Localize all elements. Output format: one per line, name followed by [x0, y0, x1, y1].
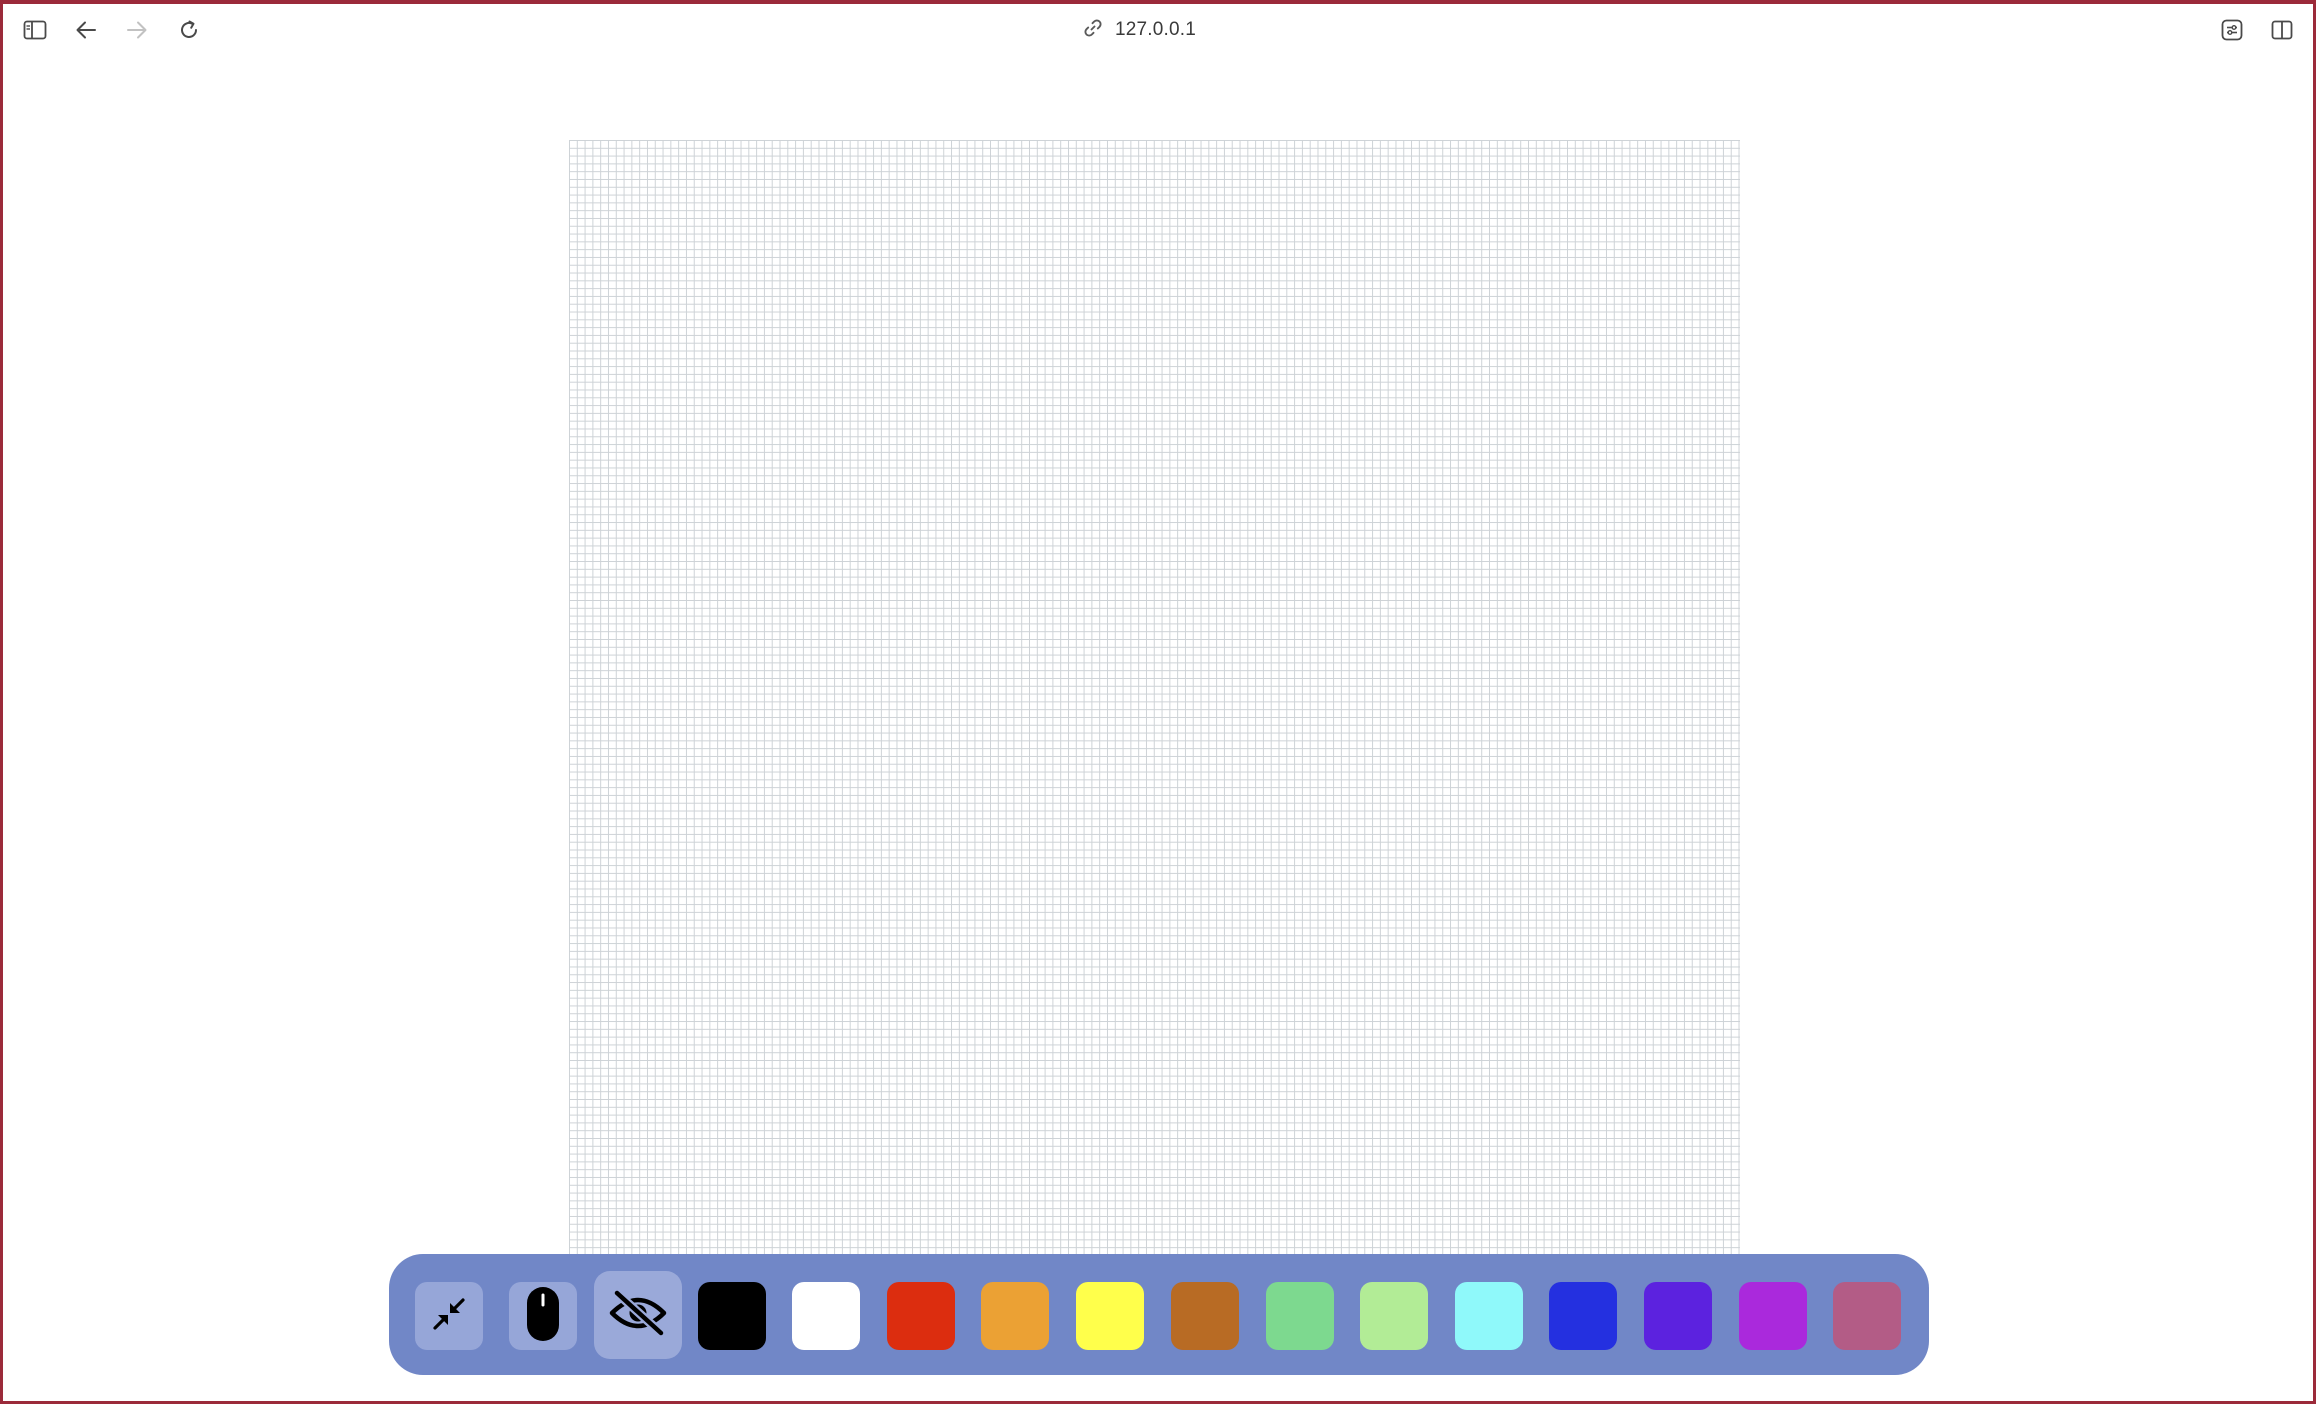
eye-slash-icon — [609, 1288, 667, 1342]
link-icon — [1083, 18, 1103, 43]
color-swatch-yellow[interactable] — [1076, 1282, 1144, 1350]
color-swatch-black[interactable] — [698, 1282, 766, 1350]
browser-window: 127.0.0.1 — [0, 0, 2316, 1404]
sidebar-toggle-icon[interactable] — [19, 14, 51, 46]
color-swatch-orange[interactable] — [981, 1282, 1049, 1350]
mouse-icon — [525, 1285, 561, 1348]
color-swatch-green[interactable] — [1266, 1282, 1334, 1350]
hide-toggle-button[interactable] — [594, 1271, 682, 1359]
extensions-icon[interactable] — [2216, 14, 2248, 46]
split-view-icon[interactable] — [2266, 14, 2298, 46]
pixel-grid-canvas[interactable] — [569, 140, 1740, 1260]
color-swatch-blue[interactable] — [1549, 1282, 1617, 1350]
color-swatch-mauve[interactable] — [1833, 1282, 1901, 1350]
color-swatch-purple[interactable] — [1739, 1282, 1807, 1350]
url-text: 127.0.0.1 — [1115, 19, 1197, 40]
color-swatch-indigo[interactable] — [1644, 1282, 1712, 1350]
color-swatch-red[interactable] — [887, 1282, 955, 1350]
color-swatch-brown[interactable] — [1171, 1282, 1239, 1350]
color-palette-toolbar — [389, 1254, 1929, 1375]
collapse-button[interactable] — [415, 1282, 483, 1350]
back-arrow-icon[interactable] — [70, 14, 102, 46]
browser-toolbar: 127.0.0.1 — [3, 4, 2313, 56]
address-bar[interactable]: 127.0.0.1 — [1083, 16, 1196, 44]
mouse-button[interactable] — [509, 1282, 577, 1350]
collapse-arrows-icon — [429, 1294, 469, 1339]
color-swatch-light-green[interactable] — [1360, 1282, 1428, 1350]
color-swatch-white[interactable] — [792, 1282, 860, 1350]
reload-icon[interactable] — [173, 14, 205, 46]
color-swatch-cyan[interactable] — [1455, 1282, 1523, 1350]
forward-arrow-icon[interactable] — [121, 14, 153, 46]
